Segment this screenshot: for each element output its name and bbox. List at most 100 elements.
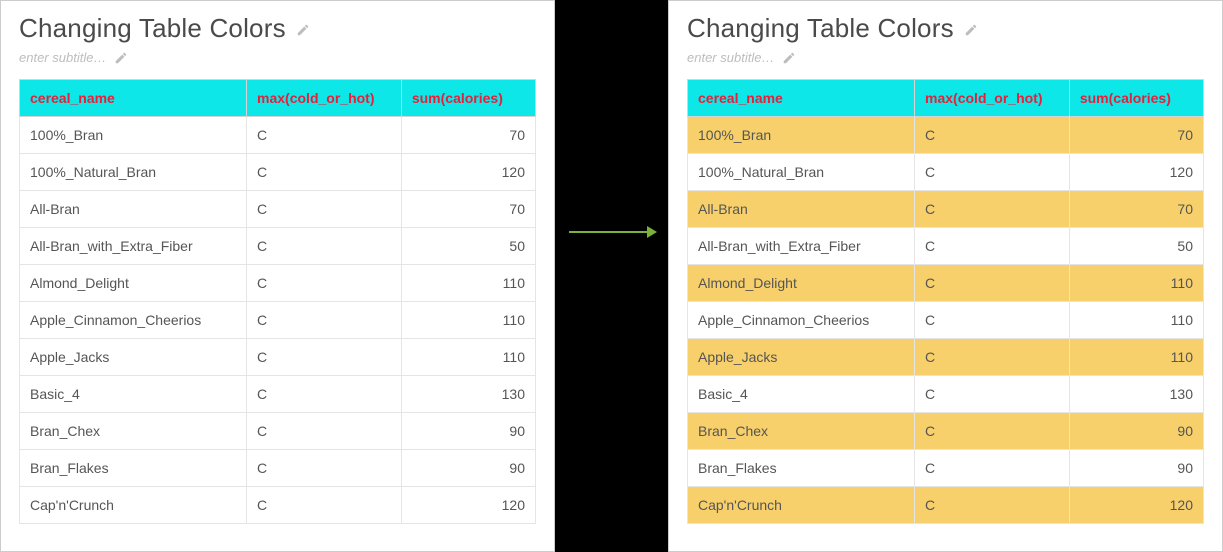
title-row: Changing Table Colors	[687, 13, 1204, 44]
cell-hot: C	[915, 117, 1070, 154]
cell-sum: 110	[401, 265, 535, 302]
title-row: Changing Table Colors	[19, 13, 536, 44]
header-row: cereal_name max(cold_or_hot) sum(calorie…	[20, 80, 536, 117]
header-row: cereal_name max(cold_or_hot) sum(calorie…	[688, 80, 1204, 117]
cell-name: Cap'n'Crunch	[20, 487, 247, 524]
cell-name: All-Bran	[20, 191, 247, 228]
cell-hot: C	[915, 265, 1070, 302]
cell-name: Apple_Jacks	[688, 339, 915, 376]
data-table-after: cereal_name max(cold_or_hot) sum(calorie…	[687, 79, 1204, 524]
page-title[interactable]: Changing Table Colors	[19, 13, 286, 44]
panel-after: Changing Table Colors enter subtitle… ce…	[668, 0, 1223, 552]
subtitle-row: enter subtitle…	[19, 50, 536, 65]
cell-name: Bran_Chex	[20, 413, 247, 450]
table-row[interactable]: Basic_4C130	[688, 376, 1204, 413]
cell-hot: C	[247, 117, 402, 154]
page-title[interactable]: Changing Table Colors	[687, 13, 954, 44]
col-header-hot[interactable]: max(cold_or_hot)	[247, 80, 402, 117]
table-row[interactable]: 100%_Natural_BranC120	[20, 154, 536, 191]
data-table-before: cereal_name max(cold_or_hot) sum(calorie…	[19, 79, 536, 524]
table-row[interactable]: 100%_Natural_BranC120	[688, 154, 1204, 191]
cell-sum: 70	[1069, 191, 1203, 228]
table-row[interactable]: Basic_4C130	[20, 376, 536, 413]
cell-sum: 110	[1069, 265, 1203, 302]
cell-hot: C	[247, 413, 402, 450]
cell-hot: C	[915, 487, 1070, 524]
cell-sum: 130	[401, 376, 535, 413]
table-row[interactable]: Bran_FlakesC90	[20, 450, 536, 487]
table-row[interactable]: Cap'n'CrunchC120	[20, 487, 536, 524]
cell-hot: C	[915, 228, 1070, 265]
cell-sum: 110	[401, 302, 535, 339]
subtitle-placeholder[interactable]: enter subtitle…	[19, 50, 106, 65]
cell-name: 100%_Bran	[20, 117, 247, 154]
cell-sum: 90	[1069, 413, 1203, 450]
table-row[interactable]: All-Bran_with_Extra_FiberC50	[688, 228, 1204, 265]
pencil-icon[interactable]	[296, 23, 310, 37]
cell-name: Almond_Delight	[688, 265, 915, 302]
cell-name: All-Bran_with_Extra_Fiber	[688, 228, 915, 265]
table-row[interactable]: Apple_Cinnamon_CheeriosC110	[20, 302, 536, 339]
col-header-sum[interactable]: sum(calories)	[401, 80, 535, 117]
cell-name: Basic_4	[20, 376, 247, 413]
subtitle-placeholder[interactable]: enter subtitle…	[687, 50, 774, 65]
table-row[interactable]: Cap'n'CrunchC120	[688, 487, 1204, 524]
cell-name: Bran_Flakes	[20, 450, 247, 487]
table-row[interactable]: All-Bran_with_Extra_FiberC50	[20, 228, 536, 265]
table-row[interactable]: Apple_Cinnamon_CheeriosC110	[688, 302, 1204, 339]
table-row[interactable]: Almond_DelightC110	[688, 265, 1204, 302]
cell-name: Bran_Flakes	[688, 450, 915, 487]
cell-sum: 50	[1069, 228, 1203, 265]
cell-sum: 130	[1069, 376, 1203, 413]
cell-hot: C	[915, 376, 1070, 413]
cell-sum: 90	[1069, 450, 1203, 487]
cell-hot: C	[247, 265, 402, 302]
cell-hot: C	[247, 339, 402, 376]
pencil-icon[interactable]	[964, 23, 978, 37]
table-row[interactable]: 100%_BranC70	[688, 117, 1204, 154]
cell-hot: C	[247, 450, 402, 487]
table-row[interactable]: Apple_JacksC110	[20, 339, 536, 376]
cell-name: Cap'n'Crunch	[688, 487, 915, 524]
cell-hot: C	[247, 302, 402, 339]
cell-name: Apple_Cinnamon_Cheerios	[20, 302, 247, 339]
col-header-name[interactable]: cereal_name	[20, 80, 247, 117]
cell-hot: C	[915, 339, 1070, 376]
cell-name: Basic_4	[688, 376, 915, 413]
table-row[interactable]: All-BranC70	[20, 191, 536, 228]
cell-name: All-Bran	[688, 191, 915, 228]
cell-hot: C	[247, 154, 402, 191]
cell-hot: C	[915, 413, 1070, 450]
table-row[interactable]: All-BranC70	[688, 191, 1204, 228]
table-row[interactable]: Bran_ChexC90	[20, 413, 536, 450]
cell-sum: 70	[401, 191, 535, 228]
comparison-stage: Changing Table Colors enter subtitle… ce…	[0, 0, 1223, 552]
col-header-hot[interactable]: max(cold_or_hot)	[915, 80, 1070, 117]
pencil-icon[interactable]	[782, 51, 796, 65]
table-row[interactable]: Almond_DelightC110	[20, 265, 536, 302]
cell-sum: 70	[401, 117, 535, 154]
cell-sum: 90	[401, 450, 535, 487]
cell-sum: 120	[1069, 154, 1203, 191]
panel-before: Changing Table Colors enter subtitle… ce…	[0, 0, 555, 552]
cell-sum: 110	[401, 339, 535, 376]
col-header-name[interactable]: cereal_name	[688, 80, 915, 117]
cell-sum: 50	[401, 228, 535, 265]
cell-hot: C	[247, 228, 402, 265]
cell-sum: 120	[1069, 487, 1203, 524]
cell-name: Almond_Delight	[20, 265, 247, 302]
table-row[interactable]: 100%_BranC70	[20, 117, 536, 154]
table-row[interactable]: Bran_ChexC90	[688, 413, 1204, 450]
cell-name: Apple_Jacks	[20, 339, 247, 376]
cell-hot: C	[915, 302, 1070, 339]
col-header-sum[interactable]: sum(calories)	[1069, 80, 1203, 117]
cell-hot: C	[247, 376, 402, 413]
table-row[interactable]: Apple_JacksC110	[688, 339, 1204, 376]
arrow-right-icon	[569, 222, 657, 242]
cell-sum: 120	[401, 487, 535, 524]
cell-sum: 70	[1069, 117, 1203, 154]
pencil-icon[interactable]	[114, 51, 128, 65]
cell-sum: 120	[401, 154, 535, 191]
cell-hot: C	[915, 191, 1070, 228]
table-row[interactable]: Bran_FlakesC90	[688, 450, 1204, 487]
